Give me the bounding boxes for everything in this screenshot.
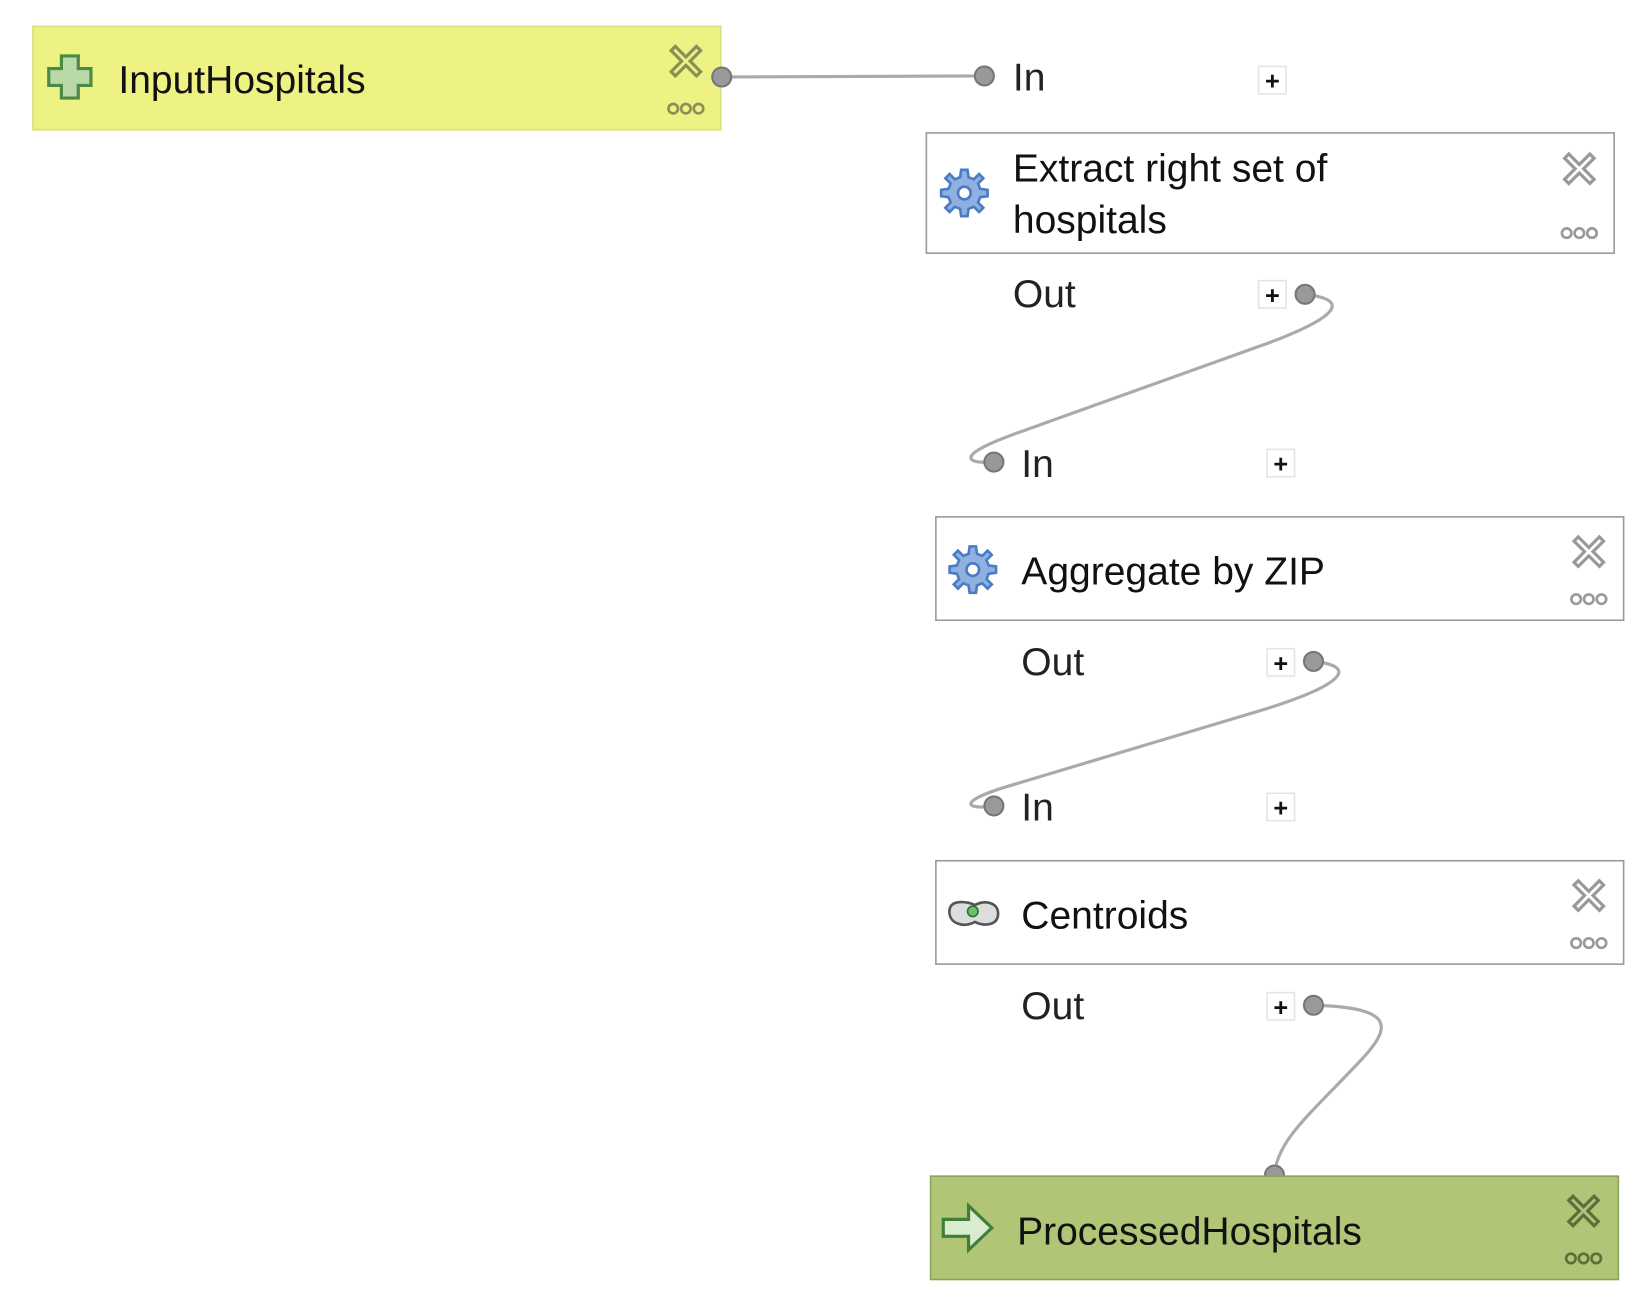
node-label: Centroids — [1021, 894, 1188, 937]
node-extract-right-set-of-hospitals[interactable]: Extract right set of hospitals — [925, 132, 1615, 254]
centroids-icon — [948, 900, 1000, 927]
add-input-button[interactable]: + — [1257, 65, 1287, 96]
output-port[interactable] — [1302, 650, 1325, 672]
port-label-in: In — [1013, 57, 1046, 100]
add-output-button[interactable]: + — [1257, 279, 1287, 310]
connection-centroids-to-output — [1272, 1003, 1383, 1174]
output-port[interactable] — [1294, 283, 1316, 305]
model-canvas: InputHospitals In + Extract right set of… — [32, 25, 1625, 1281]
port-label-in: In — [1021, 787, 1054, 830]
svg-text:+: + — [1273, 794, 1288, 822]
port-label-out: Out — [1021, 985, 1084, 1028]
node-processed-hospitals[interactable]: ProcessedHospitals — [929, 1175, 1620, 1281]
svg-text:+: + — [1273, 994, 1288, 1022]
port-label-in: In — [1021, 443, 1054, 486]
svg-text:+: + — [1265, 282, 1280, 310]
output-port[interactable] — [1302, 994, 1325, 1016]
input-port[interactable] — [983, 795, 1005, 817]
connection-input-to-extract — [721, 74, 985, 79]
gear-icon — [939, 168, 989, 218]
add-output-button[interactable]: + — [1266, 991, 1296, 1022]
node-input-hospitals[interactable]: InputHospitals — [32, 25, 722, 131]
node-label: ProcessedHospitals — [1017, 1211, 1362, 1254]
connection-extract-to-aggregate — [969, 292, 1334, 464]
node-label-line2: hospitals — [1013, 199, 1167, 242]
input-port[interactable] — [983, 451, 1005, 473]
port-label-out: Out — [1013, 273, 1076, 316]
node-label: InputHospitals — [118, 59, 365, 102]
node-label: Aggregate by ZIP — [1021, 550, 1325, 593]
gear-icon — [948, 545, 998, 595]
add-output-button[interactable]: + — [1266, 647, 1296, 678]
svg-text:+: + — [1273, 650, 1288, 678]
add-input-button[interactable]: + — [1266, 792, 1296, 822]
svg-text:+: + — [1273, 451, 1288, 479]
input-port[interactable] — [973, 65, 995, 87]
svg-text:+: + — [1265, 68, 1280, 96]
node-label-line1: Extract right set of — [1013, 147, 1328, 190]
add-input-button[interactable]: + — [1266, 448, 1296, 479]
port-label-out: Out — [1021, 641, 1084, 684]
output-port[interactable] — [711, 66, 733, 88]
node-aggregate-by-zip[interactable]: Aggregate by ZIP — [935, 516, 1625, 622]
node-centroids[interactable]: Centroids — [935, 859, 1625, 965]
